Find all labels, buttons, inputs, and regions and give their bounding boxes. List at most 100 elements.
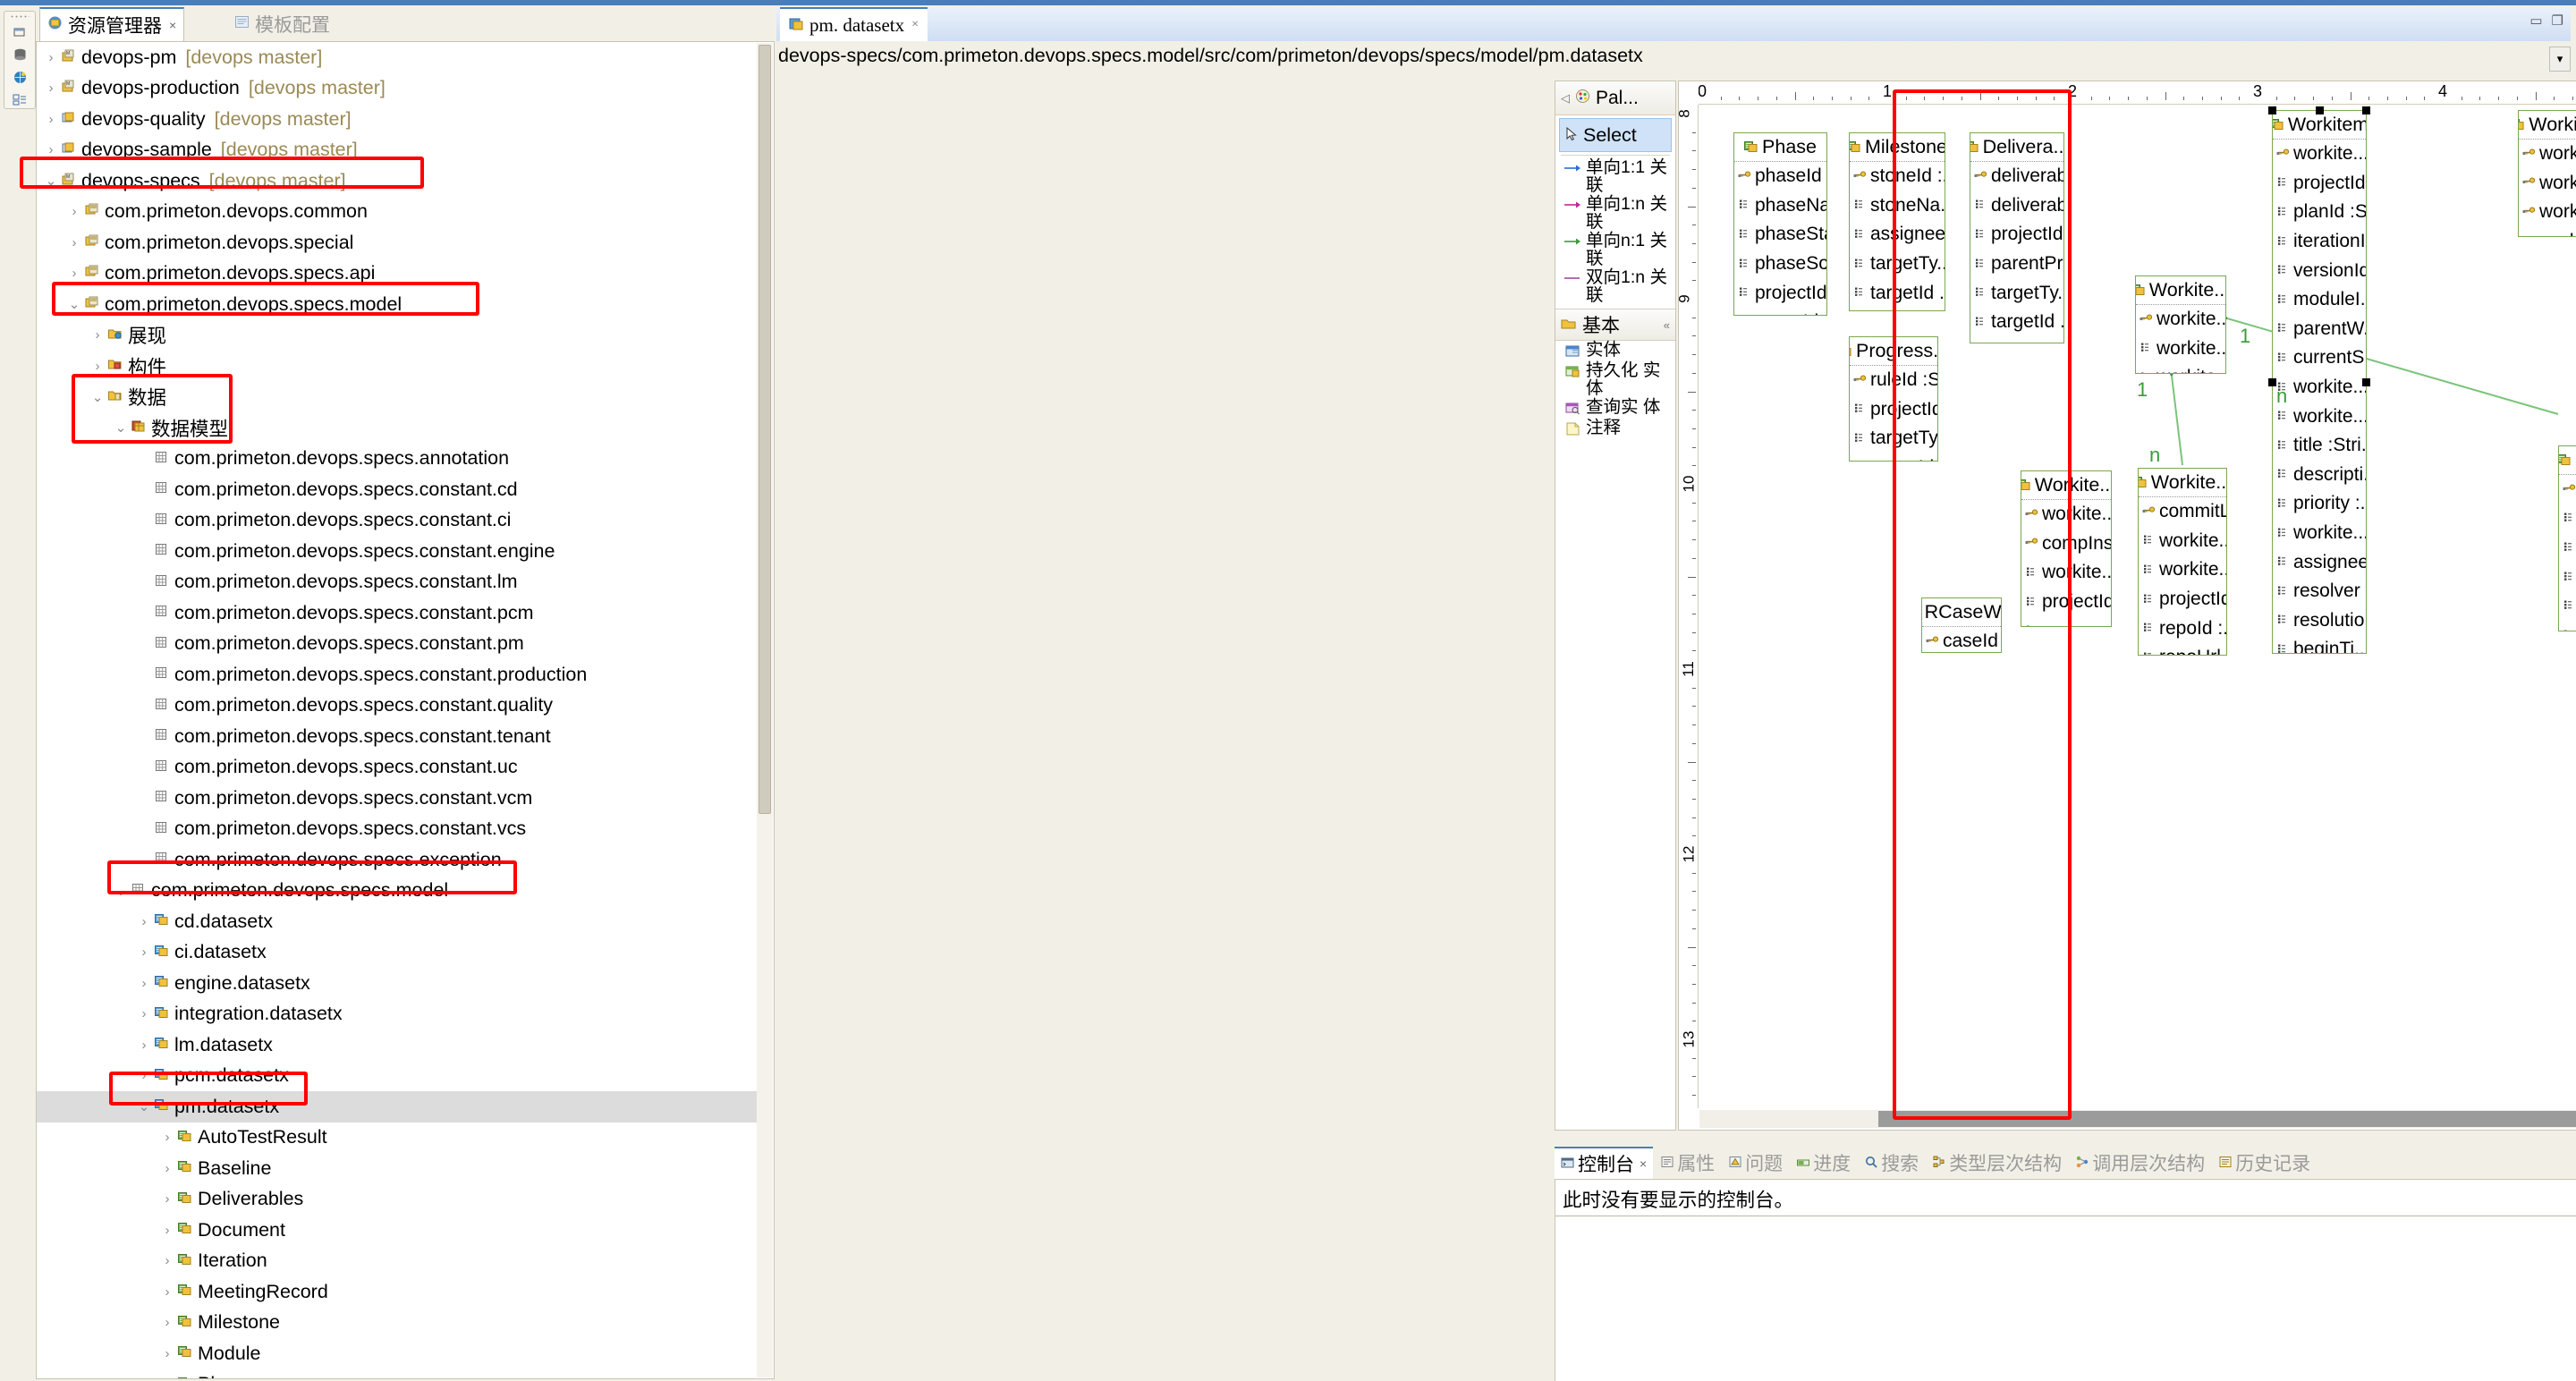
console-output[interactable]: 此时没有要显示的控制台。 — [1555, 1179, 2576, 1381]
entity-field-row[interactable]: versionId... — [2273, 256, 2366, 285]
entity-primary-key-row[interactable]: phaseId ... — [1734, 162, 1826, 191]
tree-item-devops-quality[interactable]: ›devops-quality[devops master] — [37, 104, 758, 135]
entity-box[interactable]: RCaseW...caseId :S... — [1921, 597, 2002, 653]
tree-item-[interactable]: ›构件 — [37, 351, 758, 382]
palette-item-persistent-entity[interactable]: 持久化 实体 — [1555, 361, 1675, 398]
tree-item-deliverables[interactable]: ›Deliverables — [37, 1184, 758, 1216]
selection-handle[interactable] — [2316, 106, 2324, 114]
chevron-right-icon[interactable]: › — [137, 1068, 151, 1083]
tree-item-integration-datasetx[interactable]: ›integration.datasetx — [37, 999, 758, 1030]
tree-item-milestone[interactable]: ›Milestone — [37, 1308, 758, 1339]
close-icon[interactable]: × — [911, 18, 919, 32]
tree-item-pm-datasetx[interactable]: ⌄pm.datasetx — [37, 1091, 758, 1123]
entity-relationship-diagram[interactable]: PhasephaseId ...phaseNa...phaseSta...pha… — [1699, 106, 2576, 1107]
entity-field-row[interactable]: projectId... — [2273, 169, 2366, 199]
chevron-right-icon[interactable]: › — [137, 945, 151, 960]
palette-tool-uni-n-1[interactable]: 单向n:1 关联 — [1555, 232, 1675, 268]
console-tab-call-hierarchy[interactable]: 调用层次结构 — [2070, 1149, 2211, 1176]
entity-field-row[interactable]: targetTy... — [1970, 278, 2063, 308]
tree-item-com-primeton-devops-specs-constant-uc[interactable]: ·com.primeton.devops.specs.constant.uc — [37, 752, 758, 784]
palette-tool-uni-1-1[interactable]: 单向1:1 关联 — [1555, 158, 1675, 195]
entity-field-row[interactable]: assignee ... — [1850, 220, 1945, 250]
entity-field-row[interactable]: repoUrl :... — [2139, 643, 2226, 656]
chevron-down-icon[interactable]: ⌄ — [114, 419, 128, 436]
tree-item-com-primeton-devops-specs-constant-ci[interactable]: ·com.primeton.devops.specs.constant.ci — [37, 505, 758, 537]
chevron-down-icon[interactable]: ⌄ — [137, 1098, 151, 1114]
explorer-tabstrip[interactable]: 资源管理器 × 模板配置 — [39, 7, 771, 41]
close-icon[interactable]: × — [1640, 1156, 1647, 1171]
entity-field-row[interactable]: targetId ... — [1734, 308, 1826, 316]
entity-field-row[interactable]: iterationI... — [2273, 227, 2366, 257]
chevron-right-icon[interactable]: › — [44, 112, 58, 127]
entity-primary-key-row[interactable]: deliverab... — [1970, 162, 2063, 191]
chevron-right-icon[interactable]: › — [137, 914, 151, 929]
entity-box[interactable]: Workitemworkite...projectId...planId :S.… — [2272, 110, 2367, 654]
chevron-right-icon[interactable]: › — [90, 327, 105, 343]
entity-field-row[interactable]: parentPr... — [1970, 250, 2063, 279]
tree-item-phase[interactable]: ›Phase — [37, 1369, 758, 1379]
tree-item-module[interactable]: ›Module — [37, 1338, 758, 1369]
entity-field-row[interactable]: beginTi... — [2273, 635, 2366, 654]
entity-primary-key-row[interactable]: stoneId :... — [1850, 162, 1945, 191]
tree-item-devops-pm[interactable]: ›Mdevops-pm[devops master] — [37, 42, 758, 73]
chevron-right-icon[interactable]: › — [160, 1161, 174, 1176]
entity-box[interactable]: Workite...workite...workite...workite...… — [2135, 275, 2226, 374]
entity-field-row[interactable]: deliverab... — [1970, 337, 2063, 343]
minimize-icon[interactable] — [6, 21, 33, 43]
tree-item-engine-datasetx[interactable]: ›engine.datasetx — [37, 968, 758, 999]
chevron-right-icon[interactable]: › — [160, 1223, 174, 1238]
chevron-right-icon[interactable]: › — [160, 1315, 174, 1330]
chevron-right-icon[interactable]: › — [67, 266, 81, 281]
entity-primary-key-row[interactable]: workite... — [2519, 140, 2576, 169]
chevron-right-icon[interactable]: › — [44, 142, 58, 157]
tree-item-com-primeton-devops-specs-model[interactable]: ⌄com.primeton.devops.specs.model — [37, 289, 758, 320]
entity-field-row[interactable]: workite... — [2136, 335, 2225, 364]
entity-field-row[interactable]: projectId... — [2021, 588, 2111, 617]
close-icon[interactable]: × — [169, 18, 176, 32]
maximize-icon[interactable]: ❐ — [2552, 13, 2563, 29]
entity-box[interactable]: Delivera...deliverab...deliverab...proje… — [1970, 132, 2064, 343]
chevron-right-icon[interactable]: › — [160, 1346, 174, 1361]
tree-item-com-primeton-devops-specs-constant-cd[interactable]: ·com.primeton.devops.specs.constant.cd — [37, 474, 758, 505]
entity-field-row[interactable]: repoId :... — [2139, 614, 2226, 643]
tree-item-devops-production[interactable]: ›Mdevops-production[devops master] — [37, 73, 758, 105]
tab-pm-datasetx[interactable]: pm. datasetx × — [780, 7, 928, 41]
tree-item-pcm-datasetx[interactable]: ›pcm.datasetx — [37, 1061, 758, 1092]
console-tab-type-hierarchy[interactable]: 类型层次结构 — [1927, 1149, 2068, 1176]
entity-field-row[interactable]: descripti... — [1850, 308, 1945, 311]
palette-item-query-entity[interactable]: 查询实 体 — [1555, 398, 1675, 419]
palette-tool-uni-1-n[interactable]: 单向1:n 关联 — [1555, 195, 1675, 232]
entity-field-row[interactable]: workite... — [2136, 363, 2225, 374]
tree-item-lm-datasetx[interactable]: ›lm.datasetx — [37, 1029, 758, 1061]
entity-field-row[interactable]: targetTy... — [1850, 424, 1937, 453]
entity-box[interactable]: Workite...workite...compInst...workite..… — [2021, 470, 2112, 627]
entity-field-row[interactable]: parentW... — [2273, 315, 2366, 344]
entity-primary-key-row[interactable]: ruleId :S... — [1850, 366, 1937, 395]
tree-item-cd-datasetx[interactable]: ›cd.datasetx — [37, 906, 758, 937]
entity-field-row[interactable]: currentS... — [2273, 343, 2366, 373]
tree-item-com-primeton-devops-specs-constant-quality[interactable]: ·com.primeton.devops.specs.constant.qual… — [37, 690, 758, 722]
explorer-vertical-toolbar[interactable] — [4, 11, 36, 109]
chevron-down-icon[interactable]: ⌄ — [114, 883, 128, 899]
entity-box[interactable]: MeetingmeetingprojectIdmeetingmeetingmee… — [2558, 445, 2576, 631]
tree-item-ci-datasetx[interactable]: ›ci.datasetx — [37, 937, 758, 969]
entity-field-row[interactable]: meeting — [2559, 621, 2576, 631]
tab-resource-explorer[interactable]: 资源管理器 × — [39, 7, 184, 41]
entity-field-row[interactable]: workite... — [2273, 519, 2366, 548]
entity-box[interactable]: MilestonestoneId :...stoneNa...assignee … — [1849, 132, 1945, 311]
entity-field-row[interactable]: deliverab... — [1970, 191, 2063, 221]
tree-item-com-primeton-devops-specs-constant-vcm[interactable]: ·com.primeton.devops.specs.constant.vcm — [37, 783, 758, 814]
tree-item-com-primeton-devops-specs-constant-pcm[interactable]: ·com.primeton.devops.specs.constant.pcm — [37, 597, 758, 629]
tree-item-com-primeton-devops-specs-constant-engine[interactable]: ·com.primeton.devops.specs.constant.engi… — [37, 536, 758, 567]
tree-item-[interactable]: ›展现 — [37, 320, 758, 352]
console-tabstrip[interactable]: 控制台×属性问题进度搜索类型层次结构调用层次结构历史记录 — [1555, 1147, 2317, 1179]
minimize-icon[interactable]: ▭ — [2529, 13, 2542, 29]
entity-primary-key-row[interactable]: workite... — [2519, 169, 2576, 199]
entity-primary-key-row[interactable]: commitL... — [2139, 497, 2226, 527]
tree-item-com-primeton-devops-specs-constant-vcs[interactable]: ·com.primeton.devops.specs.constant.vcs — [37, 814, 758, 845]
console-tab-history[interactable]: 历史记录 — [2213, 1149, 2317, 1176]
tree-item-com-primeton-devops-specs-exception[interactable]: ·com.primeton.devops.specs.exception — [37, 844, 758, 876]
entity-field-row[interactable]: targetId ... — [1850, 278, 1945, 308]
entity-primary-key-row[interactable]: meeting — [2559, 475, 2576, 504]
chevron-collapse-icon[interactable]: « — [1664, 318, 1670, 332]
